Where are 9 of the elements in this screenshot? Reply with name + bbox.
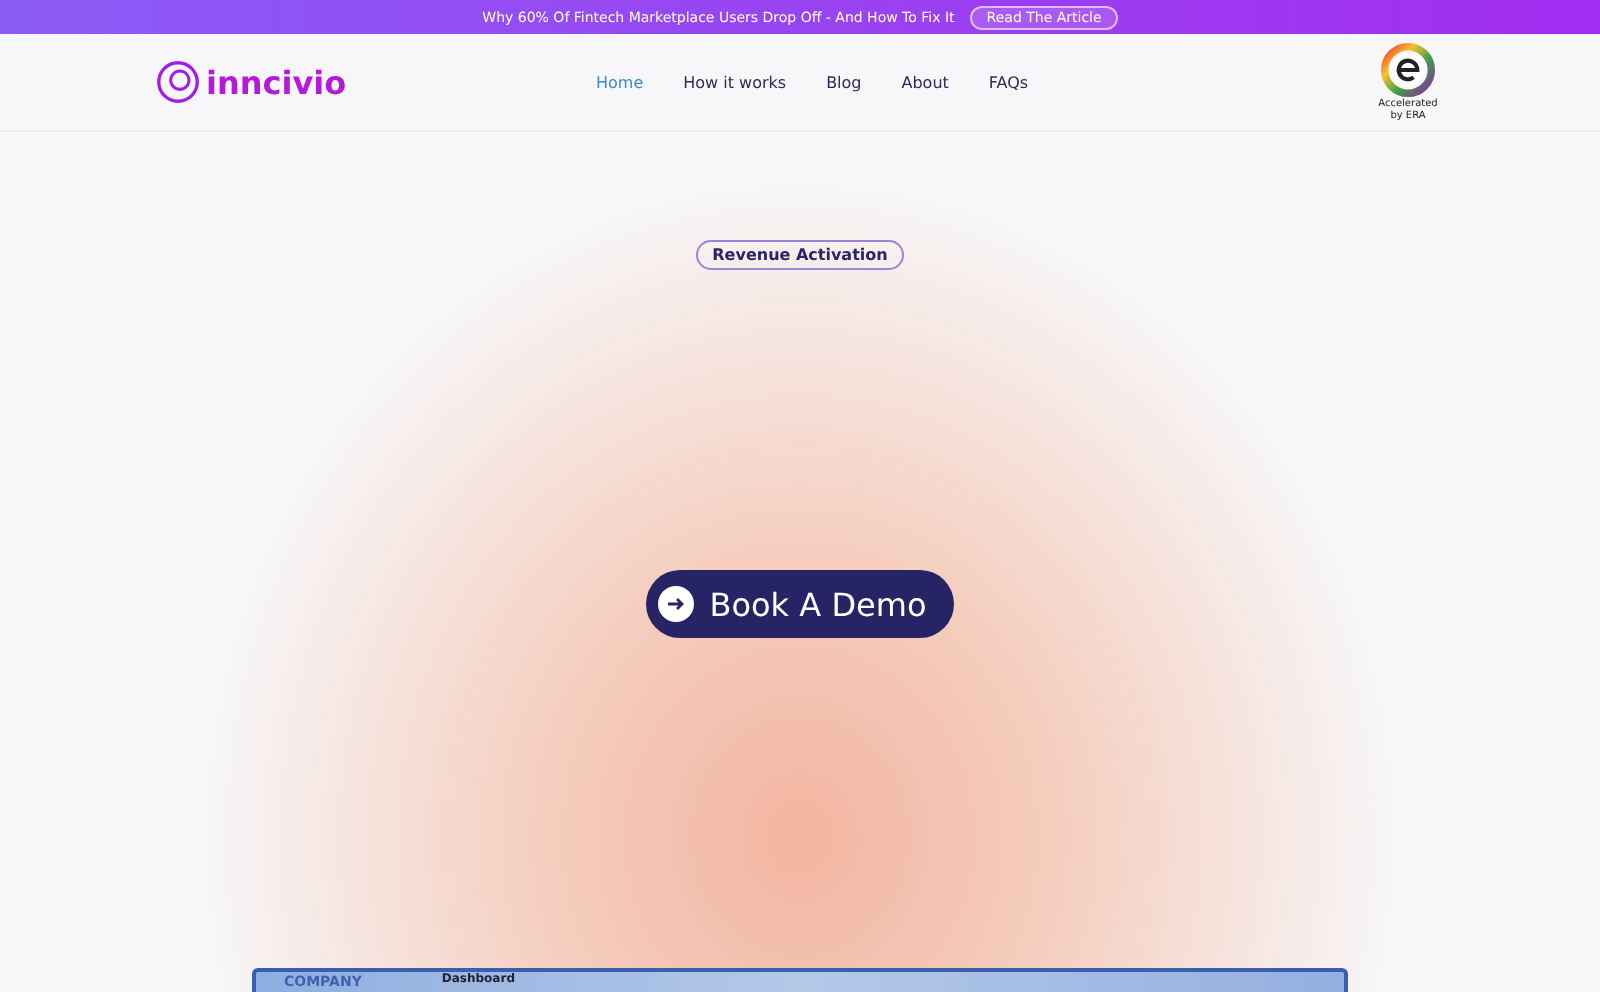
logo-icon xyxy=(156,60,200,104)
logo-wordmark[interactable]: inncivio xyxy=(206,63,347,101)
nav-link[interactable]: How it works xyxy=(683,73,787,91)
book-demo-button[interactable]: Book A Demo xyxy=(645,570,955,638)
section-tag: Revenue Activation xyxy=(696,240,904,270)
era-logo-icon xyxy=(1380,42,1436,98)
nav-link[interactable]: Blog xyxy=(826,73,862,91)
nav-link[interactable]: About xyxy=(901,73,949,91)
nav-link[interactable]: FAQs xyxy=(988,73,1029,91)
